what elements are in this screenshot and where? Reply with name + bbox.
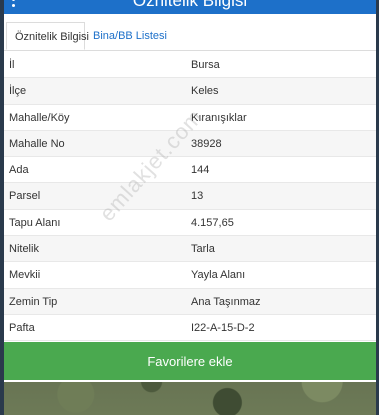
table-row: Mahalle/Köy Kıranışıklar: [4, 105, 376, 131]
tab-bar: Öznitelik Bilgisi Bina/BB Listesi: [4, 22, 376, 51]
row-key: Mahalle No: [9, 137, 65, 150]
table-row: Mahalle No 38928: [4, 130, 376, 158]
table-row: Tapu Alanı 4.157,65: [4, 210, 376, 237]
tab-attribute-info[interactable]: Öznitelik Bilgisi: [6, 22, 89, 50]
tab-building-list[interactable]: Bina/BB Listesi: [85, 22, 175, 50]
table-row: Ada 144: [4, 157, 376, 184]
row-key: Pafta: [9, 321, 35, 334]
row-value: 4.157,65: [191, 216, 234, 229]
row-key: Tapu Alanı: [9, 216, 61, 229]
row-key: Nitelik: [9, 243, 39, 256]
row-key: Ada: [9, 164, 29, 177]
row-value: Bursa: [191, 59, 220, 71]
row-value: 38928: [191, 137, 222, 150]
attribute-info-panel: Öznitelik Bilgisi Öznitelik Bilgisi Bina…: [4, 0, 376, 382]
row-value: 13: [191, 190, 204, 203]
table-row: Zemin Tip Ana Taşınmaz: [4, 288, 376, 315]
panel-header: Öznitelik Bilgisi: [4, 0, 376, 14]
row-value: Yayla Alanı: [191, 269, 246, 282]
table-row: İlçe Keles: [4, 78, 376, 105]
attribute-table: İl Bursa İlçe Keles Mahalle/Köy Kıranışıkla…: [4, 52, 376, 342]
row-value: Tarla: [191, 243, 215, 256]
row-key: İlçe: [9, 85, 27, 98]
row-value: 144: [191, 164, 210, 177]
panel-title: Öznitelik Bilgisi: [132, 0, 248, 10]
row-value: Ana Taşınmaz: [191, 295, 261, 308]
row-value: Kıranışıklar: [191, 111, 247, 124]
row-key: Mahalle/Köy: [9, 111, 70, 124]
table-row: Pafta I22-A-15-D-2: [4, 315, 376, 342]
add-to-favorites-button[interactable]: Favorilere ekle: [4, 342, 376, 380]
row-key: İl: [9, 59, 15, 71]
table-row: Mevkii Yayla Alanı: [4, 262, 376, 289]
table-row: İl Bursa: [4, 52, 376, 79]
row-key: Zemin Tip: [9, 295, 58, 308]
row-key: Parsel: [9, 190, 41, 203]
table-row: Nitelik Tarla: [4, 236, 376, 263]
table-row: Parsel 13: [4, 183, 376, 210]
row-value: Keles: [191, 85, 219, 98]
row-value: I22-A-15-D-2: [191, 321, 255, 334]
row-key: Mevkii: [9, 269, 41, 282]
